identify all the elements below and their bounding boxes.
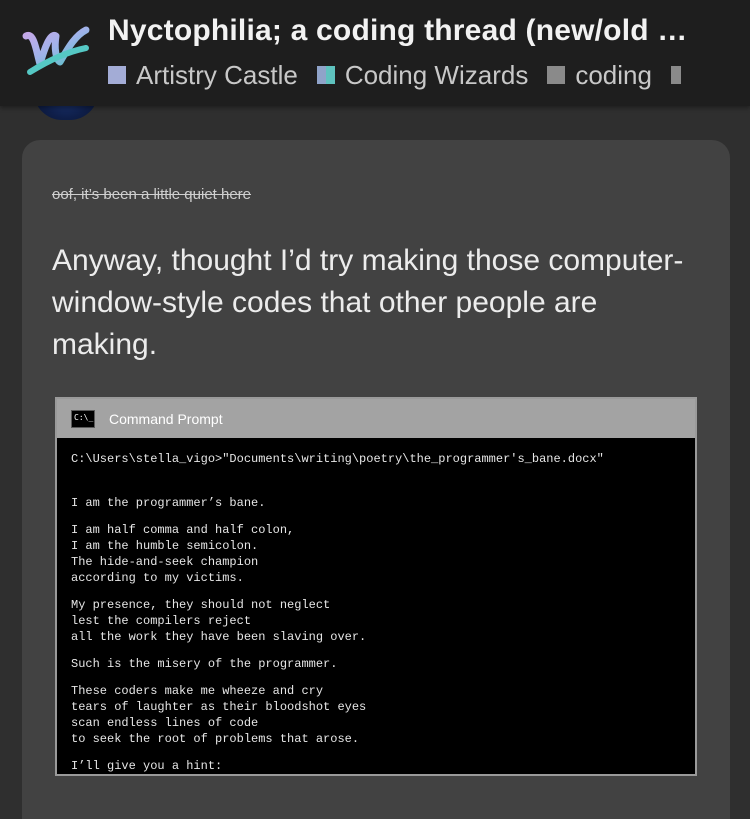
poem-line: according to my victims.: [71, 571, 244, 585]
category-color-square: [316, 66, 335, 84]
poem-line: I am the humble semicolon.: [71, 539, 259, 553]
poem-stanza: I am half comma and half colon, I am the…: [71, 522, 695, 586]
post-card: oof, it’s been a little quiet here Anywa…: [22, 140, 730, 819]
poem-line: scan endless lines of code: [71, 716, 259, 730]
terminal-icon: C:\_: [71, 409, 95, 428]
command-prompt-titlebar: C:\_ Command Prompt: [57, 399, 695, 438]
poem-line: The hide-and-seek champion: [71, 555, 259, 569]
poem-line: Such is the misery of the programmer.: [71, 657, 338, 671]
category-artistry-castle[interactable]: Artistry Castle: [108, 58, 298, 92]
poem-line: I am the programmer’s bane.: [71, 496, 266, 510]
tag-label: coding: [575, 60, 652, 90]
category-label: Coding Wizards: [344, 60, 529, 90]
poem-stanza: These coders make me wheeze and cry tear…: [71, 683, 695, 747]
poem-line: I am half comma and half colon,: [71, 523, 295, 537]
post-body-text: Anyway, thought I’d try making those com…: [52, 244, 684, 361]
tag-coding[interactable]: coding: [547, 58, 652, 92]
struck-text: oof, it’s been a little quiet here: [52, 186, 252, 203]
category-label: Artistry Castle: [136, 60, 298, 90]
poem-line: to seek the root of problems that arose.: [71, 732, 360, 746]
category-color-square: [108, 66, 126, 84]
poem-line: tears of laughter as their bloodshot eye…: [71, 700, 367, 714]
command-path: C:\Users\stella_vigo>"Documents\writing\…: [71, 452, 604, 466]
poem-stanza: My presence, they should not neglect les…: [71, 597, 695, 645]
tag-color-square: [670, 66, 681, 84]
poem-line: lest the compilers reject: [71, 614, 252, 628]
command-prompt-output: C:\Users\stella_vigo>"Documents\writing\…: [57, 438, 695, 774]
poem-line: I’ll give you a hint:: [71, 759, 223, 773]
topic-title[interactable]: Nyctophilia; a coding thread (new/old …: [108, 12, 688, 50]
poem-line: My presence, they should not neglect: [71, 598, 331, 612]
poem-stanza: Such is the misery of the programmer.: [71, 656, 695, 672]
tag-color-square: [547, 66, 566, 84]
poem-stanza: I am the programmer’s bane.: [71, 495, 695, 511]
poem-stanza: I’ll give you a hint:: [71, 758, 695, 774]
site-logo-icon[interactable]: [20, 22, 92, 82]
poem-line: These coders make me wheeze and cry: [71, 684, 324, 698]
command-prompt-title: Command Prompt: [109, 410, 223, 427]
poem-line: all the work they have been slaving over…: [71, 630, 367, 644]
command-prompt-window: C:\_ Command Prompt C:\Users\stella_vigo…: [55, 397, 697, 776]
category-coding-wizards[interactable]: Coding Wizards: [316, 58, 529, 92]
topic-header: Nyctophilia; a coding thread (new/old … …: [0, 0, 750, 106]
category-breadcrumb: Artistry Castle Coding Wizards coding: [108, 57, 748, 93]
tag-more[interactable]: [670, 66, 691, 84]
